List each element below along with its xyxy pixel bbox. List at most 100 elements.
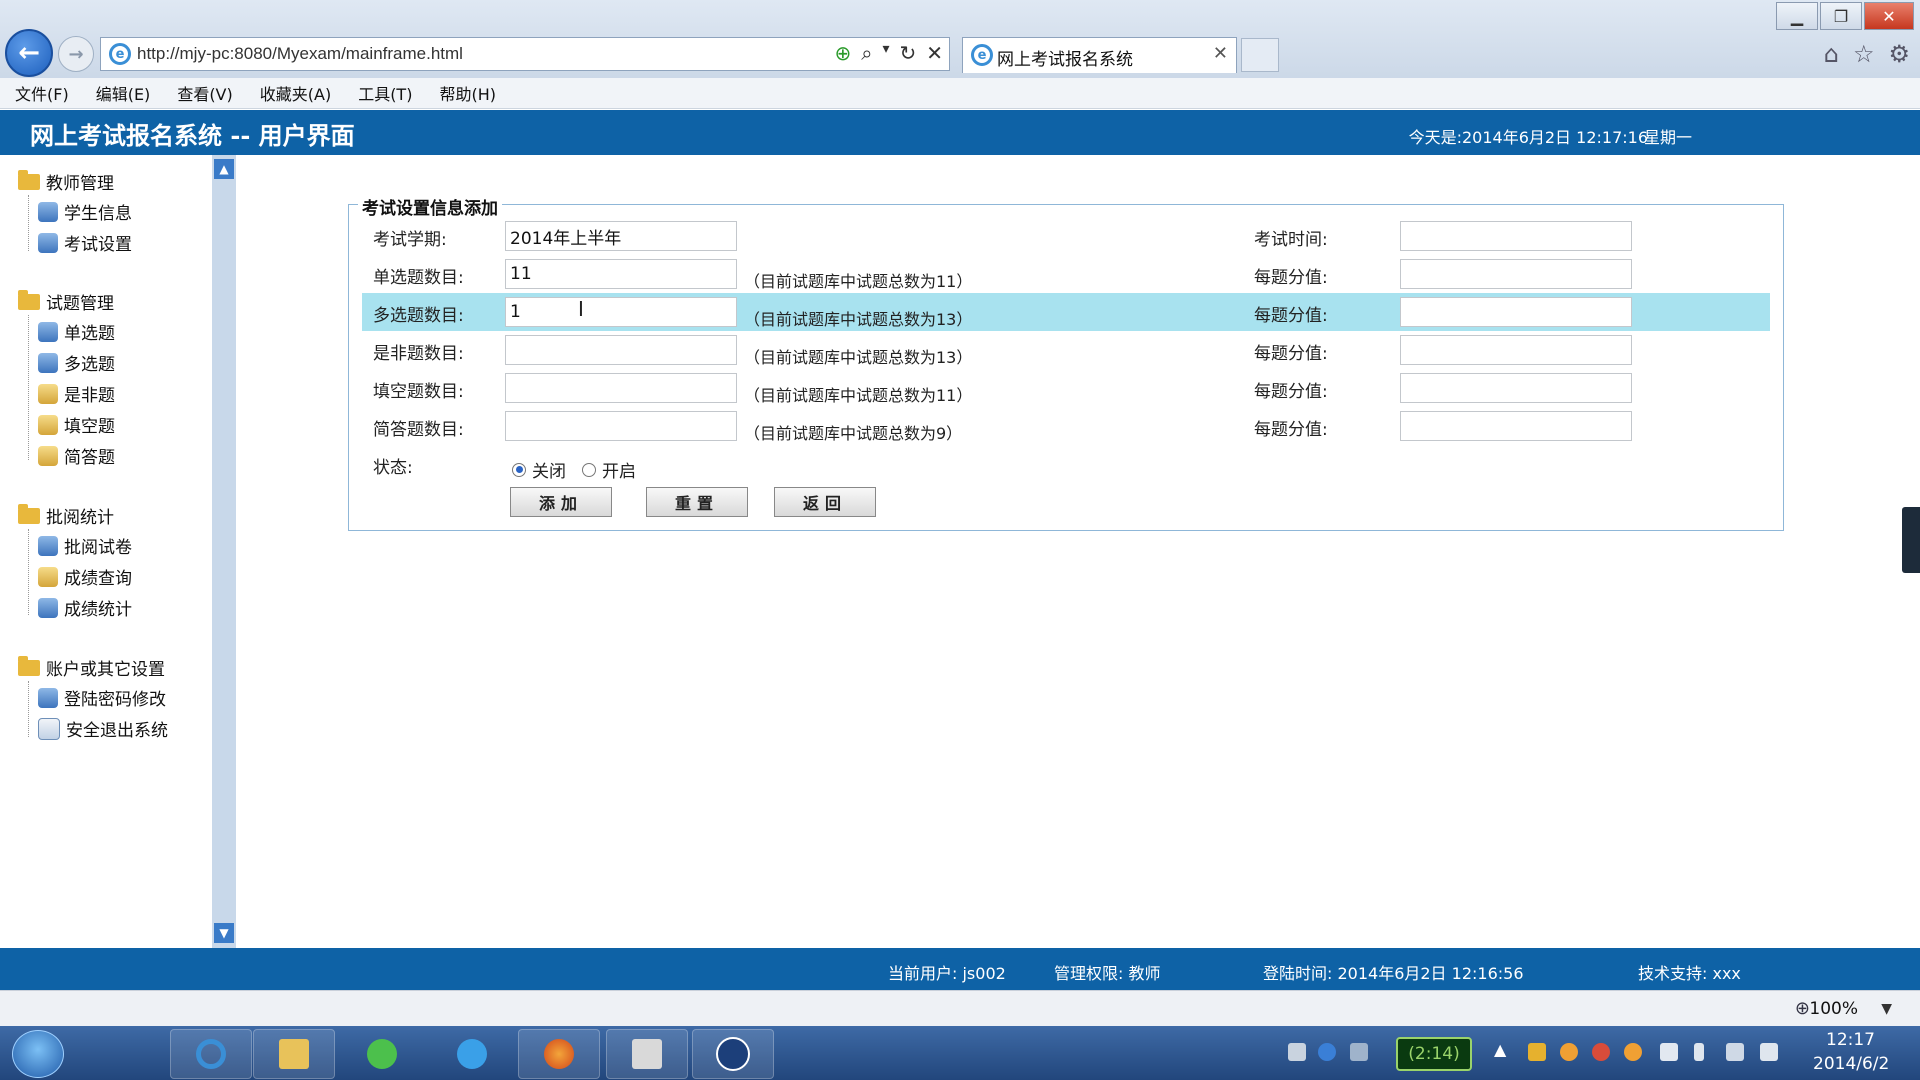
taskbar-firefox[interactable] bbox=[518, 1029, 600, 1079]
refresh-icon[interactable]: ↻ bbox=[899, 41, 916, 65]
sidebar-item-label: 成绩查询 bbox=[64, 569, 132, 589]
dropdown-icon[interactable]: ▾ bbox=[882, 41, 889, 65]
radio-closed-label: 关闭 bbox=[532, 462, 566, 482]
address-bar[interactable]: e http://mjy-pc:8080/Myexam/mainframe.ht… bbox=[100, 37, 950, 71]
sidebar-item-true-false[interactable]: 是非题 bbox=[38, 381, 115, 406]
scroll-down-icon[interactable]: ▼ bbox=[214, 923, 234, 943]
menu-tools[interactable]: 工具(T) bbox=[346, 81, 424, 105]
minimize-button[interactable]: ▁ bbox=[1776, 2, 1818, 30]
tray-expand-icon[interactable]: ▲ bbox=[1494, 1040, 1506, 1059]
sidebar-item-student-info[interactable]: 学生信息 bbox=[38, 199, 132, 224]
tab-main[interactable]: e 网上考试报名系统 ✕ bbox=[962, 37, 1237, 73]
taskbar-eclipse[interactable] bbox=[692, 1029, 774, 1079]
shield-icon[interactable] bbox=[1528, 1043, 1546, 1061]
single-count-input[interactable] bbox=[505, 259, 737, 289]
sidebar-item-logout[interactable]: 安全退出系统 bbox=[38, 716, 168, 741]
start-button[interactable] bbox=[12, 1030, 64, 1078]
short-count-input[interactable] bbox=[505, 411, 737, 441]
sidebar-scrollbar[interactable]: ▲ ▼ bbox=[212, 155, 236, 948]
sidebar-item-single-choice[interactable]: 单选题 bbox=[38, 319, 115, 344]
qq-icon[interactable] bbox=[1560, 1043, 1578, 1061]
sidebar-item-score-stats[interactable]: 成绩统计 bbox=[38, 595, 132, 620]
question-icon bbox=[38, 352, 58, 373]
timer-badge[interactable]: (2:14) bbox=[1396, 1037, 1472, 1071]
status-closed-option[interactable]: 关闭 bbox=[512, 457, 566, 482]
side-panel-handle[interactable] bbox=[1902, 507, 1920, 573]
keyboard-icon[interactable] bbox=[1288, 1043, 1306, 1061]
scroll-up-icon[interactable]: ▲ bbox=[214, 159, 234, 179]
semester-input[interactable] bbox=[505, 221, 737, 251]
tf-score-input[interactable] bbox=[1400, 335, 1632, 365]
single-score-input[interactable] bbox=[1400, 259, 1632, 289]
clock-time[interactable]: 12:17 bbox=[1826, 1030, 1875, 1050]
sidebar-item-grade-papers[interactable]: 批阅试卷 bbox=[38, 533, 132, 558]
multi-count-input[interactable] bbox=[505, 297, 737, 327]
folder-icon bbox=[18, 655, 40, 676]
restore-button[interactable]: ❐ bbox=[1820, 2, 1862, 30]
exam-time-input[interactable] bbox=[1400, 221, 1632, 251]
compat-view-icon[interactable]: ⊕ bbox=[834, 41, 851, 65]
single-score-label: 每题分值: bbox=[1254, 268, 1328, 288]
close-window-button[interactable]: ✕ bbox=[1864, 2, 1914, 30]
lock-icon bbox=[38, 687, 58, 708]
clock-date[interactable]: 2014/6/2 bbox=[1813, 1054, 1889, 1074]
menu-help[interactable]: 帮助(H) bbox=[427, 81, 508, 105]
qq-icon-3[interactable] bbox=[1624, 1043, 1642, 1061]
sidebar-group-label: 试题管理 bbox=[46, 294, 114, 314]
short-score-input[interactable] bbox=[1400, 411, 1632, 441]
sidebar-group-questions[interactable]: 试题管理 bbox=[18, 289, 114, 314]
add-button[interactable]: 添加 bbox=[510, 487, 612, 517]
fill-score-input[interactable] bbox=[1400, 373, 1632, 403]
tf-count-input[interactable] bbox=[505, 335, 737, 365]
help-icon[interactable] bbox=[1318, 1043, 1336, 1061]
battery-icon[interactable] bbox=[1694, 1043, 1704, 1061]
sidebar-item-label: 批阅试卷 bbox=[64, 538, 132, 558]
search-icon[interactable]: ⌕ bbox=[861, 41, 872, 65]
qq-icon-2[interactable] bbox=[1592, 1043, 1610, 1061]
taskbar-cloud[interactable] bbox=[431, 1029, 513, 1079]
gear-icon[interactable]: ⚙ bbox=[1888, 40, 1910, 68]
taskbar-tools[interactable] bbox=[606, 1029, 688, 1079]
sidebar-item-change-password[interactable]: 登陆密码修改 bbox=[38, 685, 166, 710]
reset-button[interactable]: 重置 bbox=[646, 487, 748, 517]
sidebar-item-score-query[interactable]: 成绩查询 bbox=[38, 564, 132, 589]
window-icon[interactable] bbox=[1350, 1043, 1368, 1061]
menu-edit[interactable]: 编辑(E) bbox=[84, 81, 163, 105]
question-icon bbox=[38, 383, 58, 404]
zoom-level[interactable]: 100% bbox=[1809, 999, 1858, 1019]
url-text[interactable]: http://mjy-pc:8080/Myexam/mainframe.html bbox=[137, 44, 463, 64]
sidebar-item-exam-settings[interactable]: 考试设置 bbox=[38, 230, 132, 255]
menu-favorites[interactable]: 收藏夹(A) bbox=[248, 81, 343, 105]
new-tab-button[interactable] bbox=[1241, 38, 1279, 72]
favorites-star-icon[interactable]: ☆ bbox=[1853, 40, 1875, 68]
stop-icon[interactable]: ✕ bbox=[926, 41, 943, 65]
sidebar-group-teacher[interactable]: 教师管理 bbox=[18, 169, 114, 194]
multi-score-input[interactable] bbox=[1400, 297, 1632, 327]
sidebar-group-grading[interactable]: 批阅统计 bbox=[18, 503, 114, 528]
zoom-dropdown-icon[interactable]: ▼ bbox=[1881, 1001, 1892, 1017]
taskbar-browser-green[interactable] bbox=[341, 1029, 423, 1079]
flag-icon[interactable] bbox=[1660, 1043, 1678, 1061]
taskbar-ie[interactable] bbox=[170, 1029, 252, 1079]
back-button[interactable]: ← bbox=[5, 29, 53, 77]
fill-count-input[interactable] bbox=[505, 373, 737, 403]
home-icon[interactable]: ⌂ bbox=[1824, 40, 1839, 68]
sidebar-item-multi-choice[interactable]: 多选题 bbox=[38, 350, 115, 375]
sidebar-item-label: 多选题 bbox=[64, 355, 115, 375]
signal-icon[interactable] bbox=[1726, 1043, 1744, 1061]
menu-file[interactable]: 文件(F) bbox=[3, 81, 81, 105]
tab-close-icon[interactable]: ✕ bbox=[1213, 43, 1228, 64]
tree-connector bbox=[28, 681, 29, 737]
taskbar-explorer[interactable] bbox=[253, 1029, 335, 1079]
menu-view[interactable]: 查看(V) bbox=[165, 81, 244, 105]
volume-icon[interactable] bbox=[1760, 1043, 1778, 1061]
sidebar-item-fill-blank[interactable]: 填空题 bbox=[38, 412, 115, 437]
status-open-option[interactable]: 开启 bbox=[582, 457, 636, 482]
back-button-form[interactable]: 返回 bbox=[774, 487, 876, 517]
folder-icon bbox=[18, 289, 40, 310]
sidebar-group-account[interactable]: 账户或其它设置 bbox=[18, 655, 165, 680]
forward-button[interactable]: → bbox=[58, 36, 94, 72]
sidebar-item-short-answer[interactable]: 简答题 bbox=[38, 443, 115, 468]
radio-open[interactable] bbox=[582, 462, 596, 477]
radio-closed[interactable] bbox=[512, 462, 526, 477]
